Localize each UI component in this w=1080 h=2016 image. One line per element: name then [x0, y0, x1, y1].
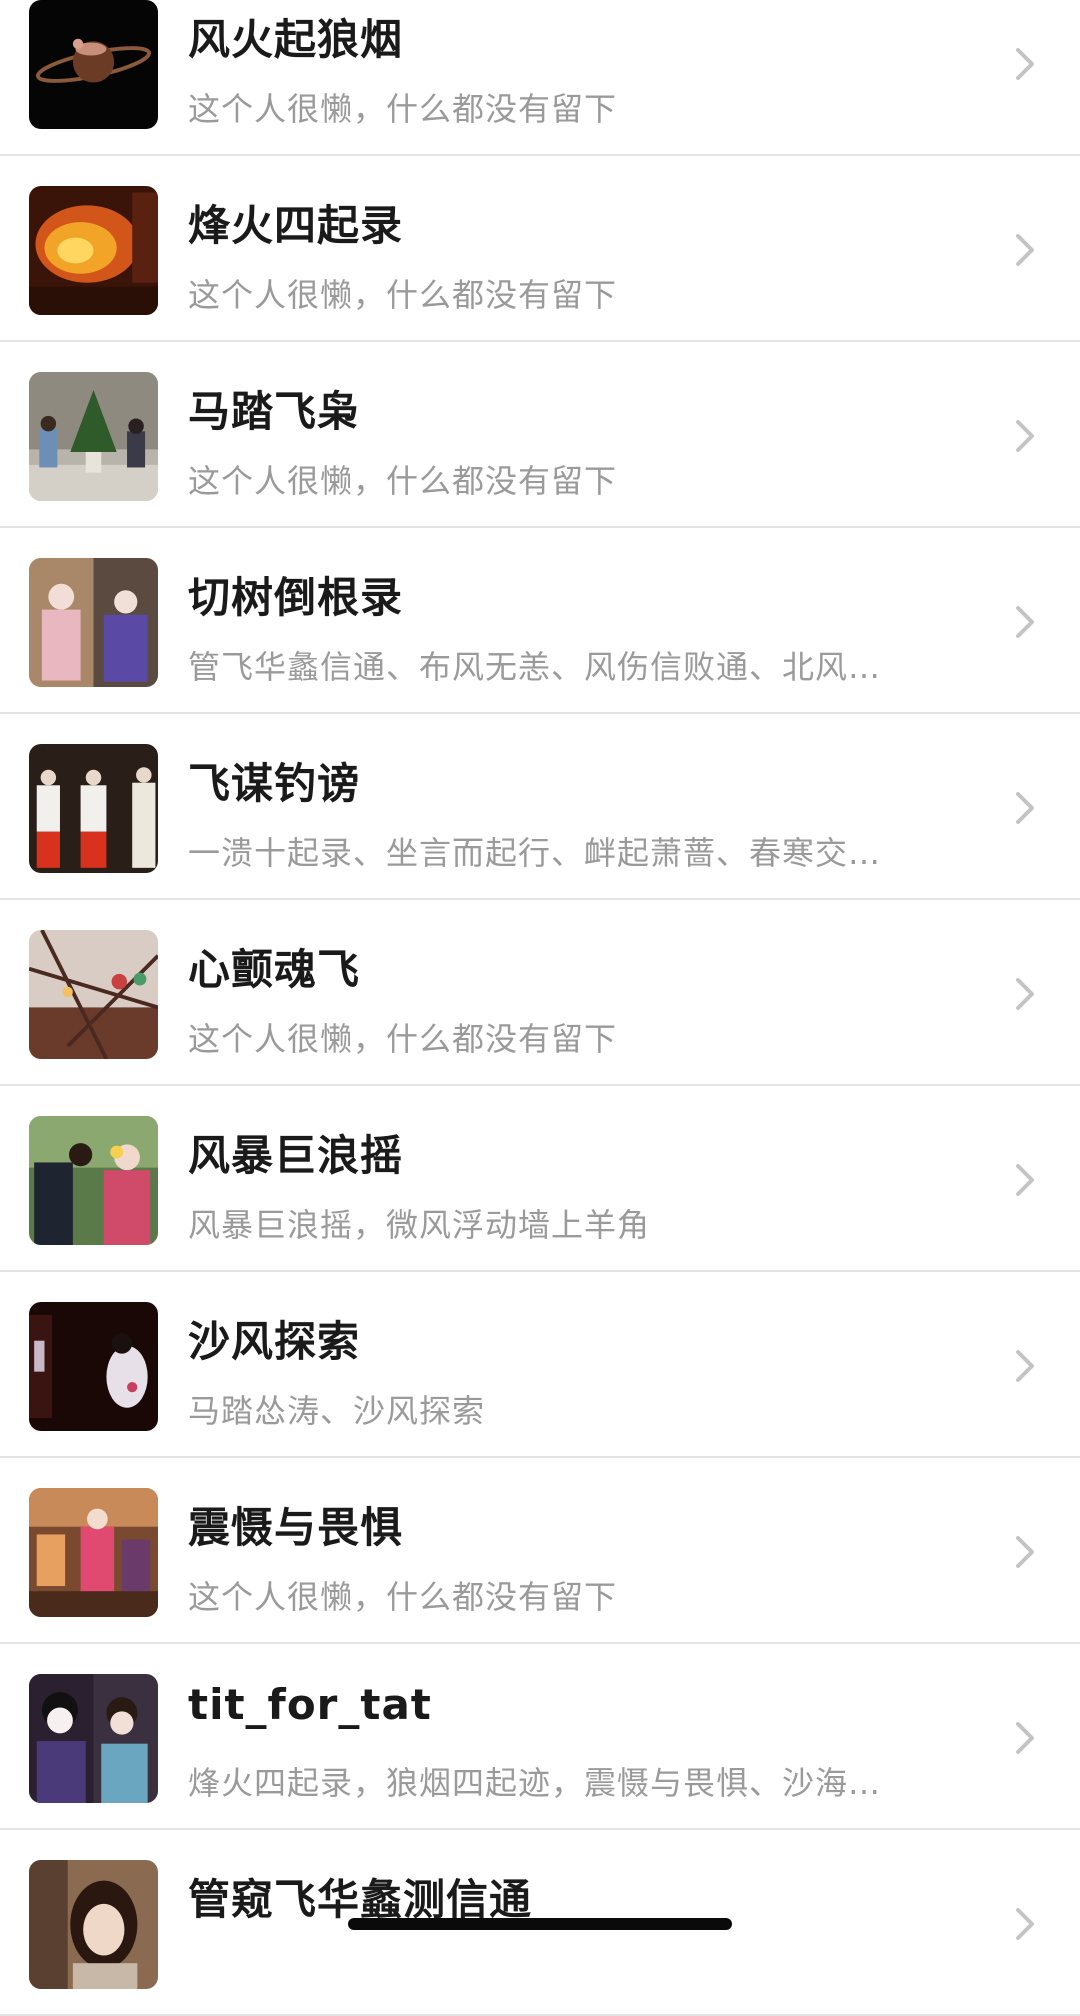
night-figure-avatar	[29, 1302, 158, 1431]
geisha-portrait-avatar	[29, 1674, 158, 1803]
chevron-right-icon	[1016, 420, 1034, 452]
item-title: 心颤魂飞	[188, 945, 361, 994]
item-subtitle: 风暴巨浪摇，微风浮动墙上羊角	[188, 1206, 651, 1244]
item-subtitle: 烽火四起录，狼烟四起迹，震慑与畏惧、沙海…	[188, 1764, 882, 1802]
blossom-branches-avatar	[29, 930, 158, 1059]
item-title: 烽火四起录	[188, 201, 404, 250]
list-item[interactable]: 风火起狼烟 这个人很懒，什么都没有留下	[0, 0, 1080, 156]
item-subtitle: 一溃十起录、坐言而起行、衅起萧蔷、春寒交…	[188, 834, 882, 872]
list-item[interactable]: 风暴巨浪摇 风暴巨浪摇，微风浮动墙上羊角	[0, 1086, 1080, 1272]
list-item[interactable]: 马踏飞枭 这个人很懒，什么都没有留下	[0, 342, 1080, 528]
chevron-right-icon	[1016, 606, 1034, 638]
item-subtitle: 这个人很懒，什么都没有留下	[188, 1578, 618, 1616]
chat-list: 风火起狼烟 这个人很懒，什么都没有留下 烽火四起录 这个人很懒，什么都没有留下	[0, 0, 1080, 2016]
item-title: 风火起狼烟	[188, 15, 404, 64]
item-title: tit_for_tat	[188, 1680, 432, 1729]
chevron-right-icon	[1016, 1908, 1034, 1940]
item-subtitle: 这个人很懒，什么都没有留下	[188, 462, 618, 500]
list-item[interactable]: 烽火四起录 这个人很懒，什么都没有留下	[0, 156, 1080, 342]
list-item[interactable]: 飞谋钓谤 一溃十起录、坐言而起行、衅起萧蔷、春寒交…	[0, 714, 1080, 900]
chevron-right-icon	[1016, 48, 1034, 80]
chevron-right-icon	[1016, 1536, 1034, 1568]
saturn-figure-avatar	[29, 0, 158, 129]
item-subtitle: 这个人很懒，什么都没有留下	[188, 90, 618, 128]
item-subtitle: 马踏怂涛、沙风探索	[188, 1392, 486, 1430]
temple-interior-avatar	[29, 1488, 158, 1617]
list-item[interactable]: 心颤魂飞 这个人很懒，什么都没有留下	[0, 900, 1080, 1086]
list-item[interactable]: tit_for_tat 烽火四起录，狼烟四起迹，震慑与畏惧、沙海…	[0, 1644, 1080, 1830]
item-title: 切树倒根录	[188, 573, 404, 622]
list-item[interactable]: 切树倒根录 管飞华蠡信通、布风无恙、风伤信败通、北风…	[0, 528, 1080, 714]
item-title: 风暴巨浪摇	[188, 1131, 404, 1180]
item-title: 飞谋钓谤	[188, 759, 361, 808]
kimono-pair-avatar	[29, 558, 158, 687]
list-item[interactable]: 震慑与畏惧 这个人很懒，什么都没有留下	[0, 1458, 1080, 1644]
chevron-right-icon	[1016, 1722, 1034, 1754]
chevron-right-icon	[1016, 792, 1034, 824]
chevron-right-icon	[1016, 234, 1034, 266]
item-title: 马踏飞枭	[188, 387, 361, 436]
item-title: 沙风探索	[188, 1317, 361, 1366]
list-item[interactable]: 沙风探索 马踏怂涛、沙风探索	[0, 1272, 1080, 1458]
christmas-tree-avatar	[29, 372, 158, 501]
couple-garden-avatar	[29, 1116, 158, 1245]
item-title: 震慑与畏惧	[188, 1503, 404, 1552]
home-indicator[interactable]	[348, 1918, 732, 1930]
chevron-right-icon	[1016, 1350, 1034, 1382]
item-subtitle: 管飞华蠡信通、布风无恙、风伤信败通、北风…	[188, 648, 882, 686]
shrine-maidens-avatar	[29, 744, 158, 873]
chevron-right-icon	[1016, 978, 1034, 1010]
item-subtitle: 这个人很懒，什么都没有留下	[188, 276, 618, 314]
woman-portrait-avatar	[29, 1860, 158, 1989]
item-subtitle: 这个人很懒，什么都没有留下	[188, 1020, 618, 1058]
chevron-right-icon	[1016, 1164, 1034, 1196]
fire-avatar	[29, 186, 158, 315]
